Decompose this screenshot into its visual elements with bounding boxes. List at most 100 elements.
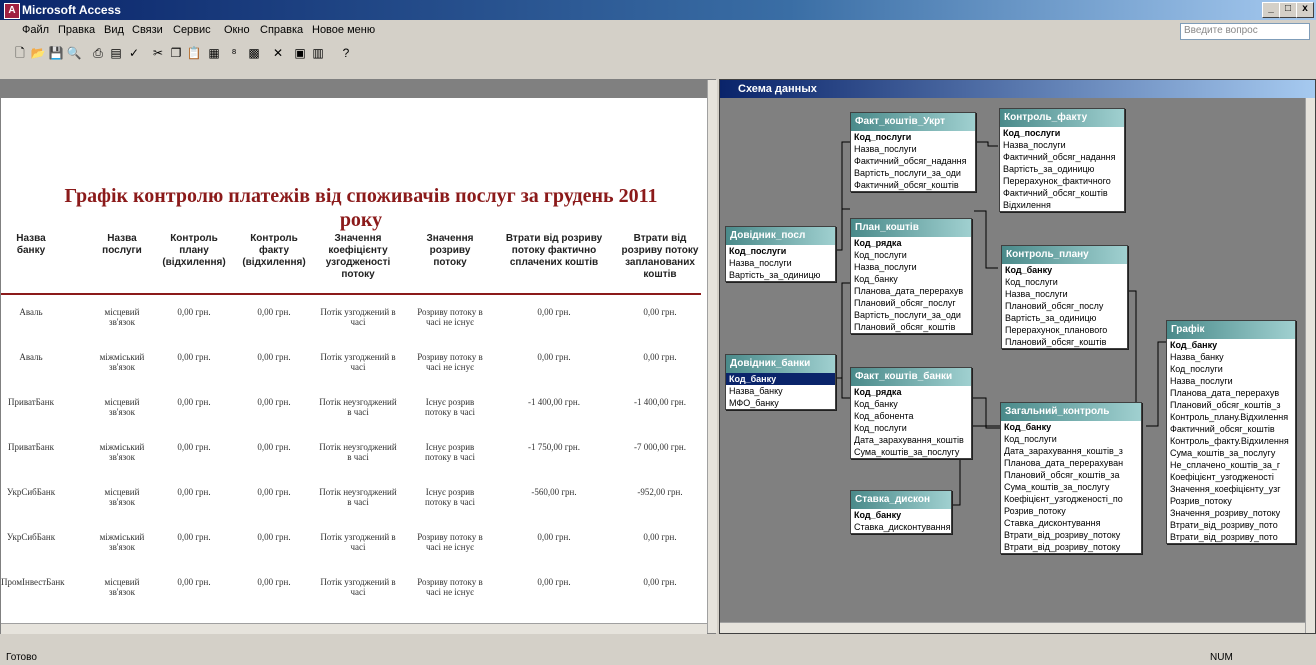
schema-field[interactable]: Назва_банку — [726, 385, 835, 397]
schema-table[interactable]: Ставка_дискон Код_банку Ставка_дисконтуван… — [850, 490, 952, 534]
schema-field[interactable]: Код_банку — [1002, 264, 1127, 276]
schema-field[interactable]: Назва_послуги — [726, 257, 835, 269]
schema-field[interactable]: Вартість_послуги_за_оди — [851, 309, 971, 321]
schema-table[interactable]: Факт_коштів_Укрт Код_послуги Назва_послуги… — [850, 112, 976, 192]
cut-icon[interactable]: ✂ — [150, 45, 166, 61]
schema-field[interactable]: Назва_послуги — [851, 143, 975, 155]
print-preview-icon[interactable]: ▤ — [108, 45, 124, 61]
new-document-icon[interactable]: 🗋 — [12, 45, 28, 61]
schema-table-title[interactable]: Факт_коштів_банки — [851, 368, 971, 386]
schema-field[interactable]: Коефіцієнт_узгодженості_по — [1001, 493, 1141, 505]
schema-field[interactable]: Код_банку — [726, 373, 835, 385]
menu-tools[interactable]: Сервис — [173, 24, 211, 36]
help-icon[interactable]: ? — [338, 45, 354, 61]
close-button[interactable]: x — [1296, 2, 1314, 18]
database-window-icon[interactable]: ▣ — [292, 45, 308, 61]
schema-field[interactable]: Фактичний_обсяг_надання — [1000, 151, 1124, 163]
search-file-icon[interactable]: 🔍 — [66, 45, 82, 61]
schema-field[interactable]: Ставка_дисконтування — [1001, 517, 1141, 529]
schema-table[interactable]: Факт_коштів_банки Код_рядка Код_банку Код_а… — [850, 367, 972, 459]
schema-table-title[interactable]: Довідник_посл — [726, 227, 835, 245]
schema-field[interactable]: Планова_дата_перерахув — [1167, 387, 1295, 399]
new-object-icon[interactable]: ▥ — [310, 45, 326, 61]
schema-table-title[interactable]: Контроль_факту — [1000, 109, 1124, 127]
schema-field[interactable]: Планова_дата_перерахув — [851, 285, 971, 297]
schema-table[interactable]: Графік Код_банку Назва_банку Код_послуги Наз… — [1166, 320, 1296, 544]
schema-field[interactable]: Розрив_потоку — [1167, 495, 1295, 507]
ask-question-input[interactable]: Введите вопрос — [1180, 23, 1310, 40]
schema-field[interactable]: Втрати_від_розриву_пото — [1167, 519, 1295, 531]
schema-field[interactable]: Значення_коефіцієнту_узг — [1167, 483, 1295, 495]
schema-table[interactable]: Загальний_контроль Код_банку Код_послуги Да… — [1000, 402, 1142, 554]
schema-field[interactable]: Код_банку — [851, 398, 971, 410]
schema-field[interactable]: Плановий_обсяг_послуг — [851, 297, 971, 309]
schema-field[interactable]: Значення_розриву_потоку — [1167, 507, 1295, 519]
schema-field[interactable]: Плановий_обсяг_коштів_за — [1001, 469, 1141, 481]
report-vertical-scrollbar[interactable] — [707, 80, 717, 633]
schema-field[interactable]: МФО_банку — [726, 397, 835, 409]
schema-field[interactable]: Код_послуги — [851, 422, 971, 434]
schema-field[interactable]: Вартість_за_одиницю — [1000, 163, 1124, 175]
report-horizontal-scrollbar[interactable] — [1, 623, 707, 634]
schema-field[interactable]: Плановий_обсяг_коштів — [1002, 336, 1127, 348]
schema-field[interactable]: Фактичний_обсяг_коштів — [851, 179, 975, 191]
schema-field[interactable]: Код_послуги — [851, 131, 975, 143]
schema-field[interactable]: Планова_дата_перерахуван — [1001, 457, 1141, 469]
menu-view[interactable]: Вид — [104, 24, 124, 36]
schema-field[interactable]: Код_рядка — [851, 237, 971, 249]
schema-table[interactable]: Контроль_плану Код_банку Код_послуги Назва_… — [1001, 245, 1128, 349]
schema-field[interactable]: Ставка_дисконтування — [851, 521, 951, 533]
schema-field[interactable]: Вартість_за_одиницю — [1002, 312, 1127, 324]
schema-field[interactable]: Код_банку — [1001, 421, 1141, 433]
schema-field[interactable]: Вартість_за_одиницю — [726, 269, 835, 281]
schema-field[interactable]: Код_банку — [1167, 339, 1295, 351]
schema-field[interactable]: Дата_зарахування_коштів — [851, 434, 971, 446]
properties-icon[interactable]: ⁸ — [226, 45, 242, 61]
schema-field[interactable]: Дата_зарахування_коштів_з — [1001, 445, 1141, 457]
schema-field[interactable]: Код_абонента — [851, 410, 971, 422]
schema-field[interactable]: Плановий_обсяг_послу — [1002, 300, 1127, 312]
schema-table-title[interactable]: Контроль_плану — [1002, 246, 1127, 264]
schema-field[interactable]: Назва_послуги — [1167, 375, 1295, 387]
schema-field[interactable]: Коефіцієнт_узгодженості — [1167, 471, 1295, 483]
schema-field[interactable]: Назва_послуги — [1000, 139, 1124, 151]
menu-help[interactable]: Справка — [260, 24, 303, 36]
schema-field[interactable]: Код_банку — [851, 509, 951, 521]
schema-table-title[interactable]: Довідник_банки — [726, 355, 835, 373]
schema-horizontal-scrollbar[interactable] — [720, 622, 1305, 633]
schema-vertical-scrollbar[interactable] — [1305, 98, 1315, 633]
schema-field[interactable]: Плановий_обсяг_коштів_з — [1167, 399, 1295, 411]
relationships-icon[interactable]: ▩ — [246, 45, 262, 61]
menu-window[interactable]: Окно — [224, 24, 250, 36]
schema-field[interactable]: Сума_коштів_за_послугу — [851, 446, 971, 458]
schema-table-title[interactable]: План_коштів — [851, 219, 971, 237]
schema-field[interactable]: Код_послуги — [1000, 127, 1124, 139]
schema-field[interactable]: Втрати_від_розриву_потоку — [1001, 541, 1141, 553]
copy-icon[interactable]: ❐ — [168, 45, 184, 61]
schema-field[interactable]: Фактичний_обсяг_надання — [851, 155, 975, 167]
schema-field[interactable]: Назва_послуги — [1002, 288, 1127, 300]
schema-field[interactable]: Контроль_плану.Відхилення — [1167, 411, 1295, 423]
schema-field[interactable]: Код_послуги — [726, 245, 835, 257]
menu-edit[interactable]: Правка — [58, 24, 95, 36]
schema-field[interactable]: Перерахунок_планового — [1002, 324, 1127, 336]
maximize-button[interactable]: □ — [1279, 2, 1297, 18]
schema-field[interactable]: Код_банку — [851, 273, 971, 285]
schema-field[interactable]: Не_сплачено_коштів_за_г — [1167, 459, 1295, 471]
menu-new[interactable]: Новое меню — [312, 24, 375, 36]
schema-field[interactable]: Код_послуги — [1167, 363, 1295, 375]
save-icon[interactable]: 💾 — [48, 45, 64, 61]
delete-icon[interactable]: ✕ — [270, 45, 286, 61]
schema-table-title[interactable]: Загальний_контроль — [1001, 403, 1141, 421]
schema-table-title[interactable]: Факт_коштів_Укрт — [851, 113, 975, 131]
schema-field[interactable]: Код_рядка — [851, 386, 971, 398]
analyze-icon[interactable]: ▦ — [206, 45, 222, 61]
schema-field[interactable]: Відхилення — [1000, 199, 1124, 211]
schema-table[interactable]: Контроль_факту Код_послуги Назва_послуги Фа… — [999, 108, 1125, 212]
schema-field[interactable]: Код_послуги — [851, 249, 971, 261]
schema-field[interactable]: Втрати_від_розриву_пото — [1167, 531, 1295, 543]
schema-field[interactable]: Назва_послуги — [851, 261, 971, 273]
schema-field[interactable]: Плановий_обсяг_коштів — [851, 321, 971, 333]
print-icon[interactable]: ⎙ — [90, 45, 106, 61]
spelling-icon[interactable]: ✓ — [126, 45, 142, 61]
